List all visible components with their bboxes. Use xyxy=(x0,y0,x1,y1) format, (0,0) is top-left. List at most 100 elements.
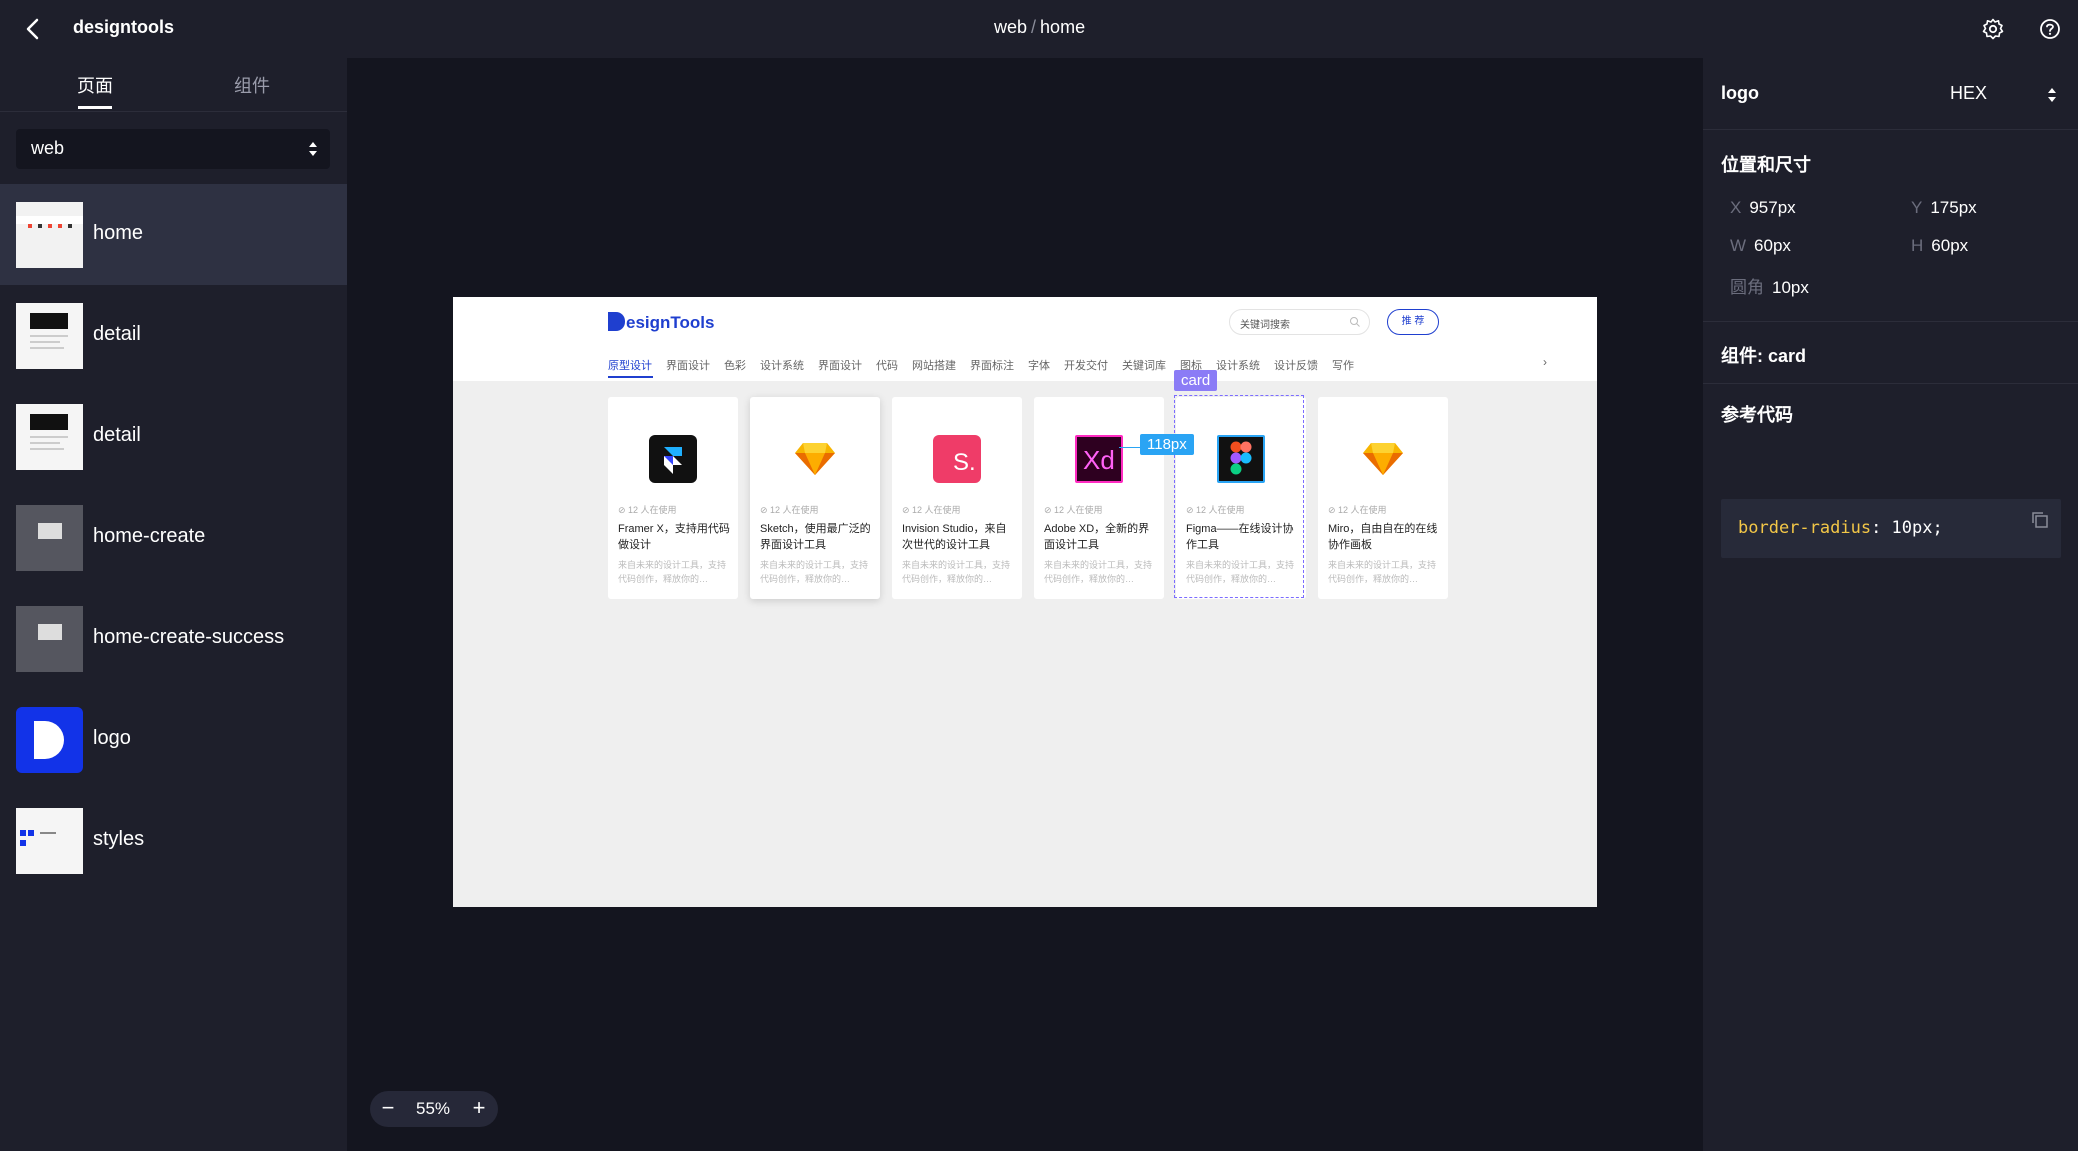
left-sidebar: 页面 组件 web home detail detail home-create… xyxy=(0,58,347,1151)
layer-name: logo xyxy=(1721,83,1759,103)
active-tab-indicator xyxy=(78,106,112,109)
prop-w-value: 60px xyxy=(1754,236,1791,255)
artboard-search-input[interactable]: 关键词搜索 xyxy=(1229,309,1370,335)
card-title: Invision Studio，来自次世代的设计工具 xyxy=(902,523,1007,551)
gear-icon[interactable] xyxy=(1978,14,2008,44)
nav-item[interactable]: 原型设计 xyxy=(608,360,652,372)
nav-item[interactable]: 字体 xyxy=(1028,360,1050,372)
prop-radius[interactable]: 圆角 10px xyxy=(1730,273,1809,298)
code-snippet[interactable]: border-radius: 10px; xyxy=(1721,499,2061,558)
card-title: Sketch，使用最广泛的界面设计工具 xyxy=(760,523,871,551)
card-description: 来自未来的设计工具，支持代码创作，释放你的… xyxy=(760,560,869,584)
prop-y-value: 175px xyxy=(1930,198,1977,217)
sketch-icon xyxy=(1359,435,1407,483)
brand-name: esignTools xyxy=(626,313,715,332)
code-property: border-radius xyxy=(1738,518,1872,538)
select-arrows-icon xyxy=(309,142,317,156)
page-thumbnail xyxy=(16,505,83,571)
tab-components[interactable]: 组件 xyxy=(234,72,270,98)
tool-card[interactable]: Xd ⊘ 12 人在使用 Adobe XD，全新的界面设计工具 来自未来的设计工… xyxy=(1034,397,1164,599)
nav-item[interactable]: 开发交付 xyxy=(1064,360,1108,372)
recommend-button[interactable]: 推 荐 xyxy=(1387,309,1439,335)
page-item-logo[interactable]: logo xyxy=(0,689,347,790)
card-title: Framer X，支持用代码做设计 xyxy=(618,523,730,551)
artboard-search-placeholder: 关键词搜索 xyxy=(1240,320,1290,331)
help-icon[interactable] xyxy=(2035,14,2065,44)
invision-icon-label: S. xyxy=(953,449,976,476)
page-item-styles[interactable]: styles xyxy=(0,790,347,891)
page-thumbnail xyxy=(16,404,83,470)
prop-radius-value: 10px xyxy=(1772,278,1809,297)
card-meta: ⊘ 12 人在使用 xyxy=(1044,505,1103,515)
nav-item[interactable]: 界面标注 xyxy=(970,360,1014,372)
page-item-detail-2[interactable]: detail xyxy=(0,386,347,487)
canvas[interactable]: esignTools 关键词搜索 推 荐 原型设计 界面设计 色彩 设计系统 界面设计 代… xyxy=(347,58,1703,1151)
page-item-label: detail xyxy=(93,323,141,345)
format-arrows-icon[interactable] xyxy=(2047,85,2057,105)
prop-x[interactable]: X 957px xyxy=(1730,198,1796,218)
page-item-home[interactable]: home xyxy=(0,184,347,285)
nav-item[interactable]: 设计系统 xyxy=(1216,360,1260,372)
card-title: Miro，自由自在的在线协作画板 xyxy=(1328,523,1438,551)
nav-item[interactable]: 代码 xyxy=(876,360,898,372)
breadcrumb: web / home xyxy=(994,17,1085,38)
nav-item[interactable]: 关键词库 xyxy=(1122,360,1166,372)
nav-item[interactable]: 写作 xyxy=(1332,360,1354,372)
tab-pages[interactable]: 页面 xyxy=(77,72,113,98)
code-title: 参考代码 xyxy=(1721,405,1793,425)
breadcrumb-project[interactable]: web xyxy=(994,17,1027,37)
prop-h[interactable]: H 60px xyxy=(1911,236,1968,256)
prop-y-key: Y xyxy=(1911,198,1923,217)
distance-tag: 118px xyxy=(1140,434,1194,455)
inspector-panel: logo HEX 位置和尺寸 X 957px Y 175px W 60px H 60px… xyxy=(1703,58,2078,1151)
artboard-header: esignTools 关键词搜索 推 荐 原型设计 界面设计 色彩 设计系统 界面设计 代… xyxy=(453,297,1597,381)
nav-item[interactable]: 界面设计 xyxy=(818,360,862,372)
card-description: 来自未来的设计工具，支持代码创作，释放你的… xyxy=(618,560,727,584)
page-item-label: logo xyxy=(93,727,131,749)
position-size-title: 位置和尺寸 xyxy=(1721,155,1811,175)
page-item-home-create-success[interactable]: home-create-success xyxy=(0,588,347,689)
page-thumbnail xyxy=(16,707,83,773)
brand-logo[interactable]: esignTools xyxy=(608,312,714,333)
prop-w-key: W xyxy=(1730,236,1747,255)
tool-card[interactable]: ⊘ 12 人在使用 Framer X，支持用代码做设计 来自未来的设计工具，支持… xyxy=(608,397,738,599)
zoom-control: − 55% + xyxy=(370,1091,498,1127)
nav-item[interactable]: 设计反馈 xyxy=(1274,360,1318,372)
component-tag: card xyxy=(1174,370,1218,391)
component-section: 组件: card xyxy=(1703,322,2078,384)
card-meta: ⊘ 12 人在使用 xyxy=(1328,505,1387,515)
zoom-level: 55% xyxy=(416,1099,451,1118)
nav-item[interactable]: 设计系统 xyxy=(760,360,804,372)
zoom-in-button[interactable]: + xyxy=(467,1097,491,1121)
prop-y[interactable]: Y 175px xyxy=(1911,198,1977,218)
back-arrow-icon[interactable] xyxy=(18,14,48,44)
card-description: 来自未来的设计工具，支持代码创作，释放你的… xyxy=(1328,560,1437,584)
nav-more-chevron-icon[interactable]: › xyxy=(1543,355,1547,369)
project-select[interactable]: web xyxy=(16,129,330,169)
project-select-value: web xyxy=(31,138,65,158)
color-format-select[interactable]: HEX xyxy=(1950,83,1987,104)
nav-item[interactable]: 界面设计 xyxy=(666,360,710,372)
nav-item[interactable]: 色彩 xyxy=(724,360,746,372)
page-thumbnail xyxy=(16,202,83,268)
page-item-label: home xyxy=(93,222,144,244)
prop-h-key: H xyxy=(1911,236,1924,255)
page-list: home detail detail home-create home-crea… xyxy=(0,184,347,891)
component-label: 组件: card xyxy=(1721,346,1807,366)
copy-icon[interactable] xyxy=(2029,509,2051,531)
zoom-out-button[interactable]: − xyxy=(376,1097,400,1121)
card-meta: ⊘ 12 人在使用 xyxy=(618,505,677,515)
tool-card[interactable]: S. ⊘ 12 人在使用 Invision Studio，来自次世代的设计工具 … xyxy=(892,397,1022,599)
tool-card[interactable]: ⊘ 12 人在使用 Miro，自由自在的在线协作画板 来自未来的设计工具，支持代… xyxy=(1318,397,1448,599)
prop-x-key: X xyxy=(1730,198,1742,217)
sidebar-tabs: 页面 组件 xyxy=(0,58,347,112)
page-item-detail[interactable]: detail xyxy=(0,285,347,386)
artboard-nav: 原型设计 界面设计 色彩 设计系统 界面设计 代码 网站搭建 界面标注 字体 开发交付 关键词库 图标… xyxy=(608,357,1458,377)
nav-item[interactable]: 网站搭建 xyxy=(912,360,956,372)
selection-outline xyxy=(1174,395,1304,598)
artboard-home[interactable]: esignTools 关键词搜索 推 荐 原型设计 界面设计 色彩 设计系统 界面设计 代… xyxy=(453,297,1597,907)
tool-card[interactable]: ⊘ 12 人在使用 Sketch，使用最广泛的界面设计工具 来自未来的设计工具，… xyxy=(750,397,880,599)
prop-w[interactable]: W 60px xyxy=(1730,236,1791,256)
card-description: 来自未来的设计工具，支持代码创作，释放你的… xyxy=(1044,560,1153,584)
page-item-home-create[interactable]: home-create xyxy=(0,487,347,588)
